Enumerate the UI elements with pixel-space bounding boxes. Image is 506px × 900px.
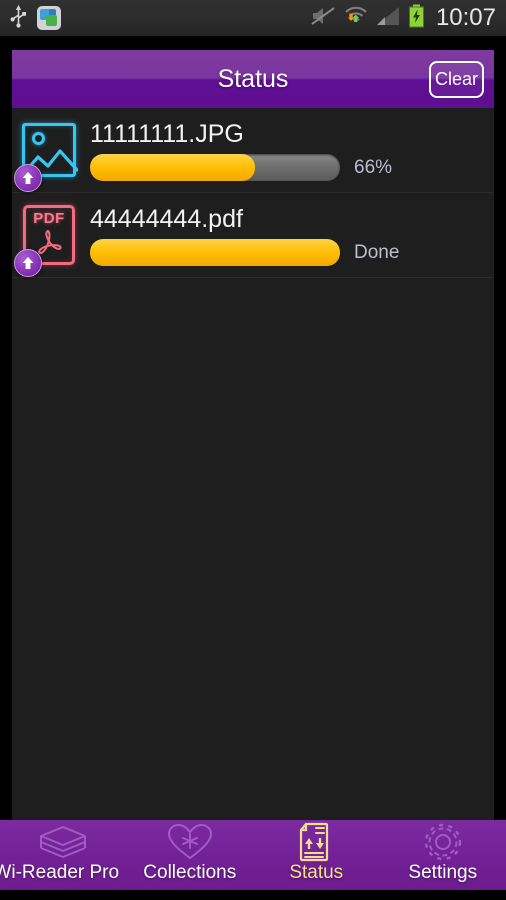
transfer-document-icon [296, 822, 336, 862]
tab-collections[interactable]: Collections [127, 820, 254, 890]
tab-label: Settings [408, 862, 478, 883]
tab-label: Status [289, 862, 344, 883]
page-title: Status [217, 64, 289, 93]
tab-label: Collections [143, 862, 237, 883]
progress-bar-fill [90, 154, 255, 181]
status-bar-left-icons [10, 4, 61, 33]
progress-bar [90, 154, 340, 181]
clear-button[interactable]: Clear [429, 61, 484, 98]
books-stack-icon [37, 822, 89, 862]
cell-signal-icon [376, 5, 401, 32]
list-item[interactable]: PDF 44444444.pdf Done [12, 193, 494, 278]
volume-mute-icon [310, 5, 336, 32]
system-status-bar: 10:07 [0, 0, 506, 36]
tab-status[interactable]: Status [253, 820, 380, 890]
progress-bar [90, 239, 340, 266]
tab-wi-reader-pro[interactable]: Wi-Reader Pro [0, 820, 127, 890]
bottom-tab-bar: Wi-Reader Pro Collections Status Setting… [0, 820, 506, 890]
app-header: Status Clear [12, 50, 494, 108]
status-bar-divider [0, 36, 506, 38]
clear-button-label: Clear [434, 69, 478, 89]
file-icon-wrapper: PDF [14, 197, 80, 277]
pdf-label: PDF [33, 210, 65, 227]
upload-arrow-icon [14, 249, 42, 277]
progress-bar-fill [90, 239, 340, 266]
transfer-info: 44444444.pdf Done [80, 197, 494, 273]
phone-screen: 10:07 Status Clear 11111111.JPG 66% PDF … [0, 0, 506, 900]
transfer-list[interactable]: 11111111.JPG 66% PDF 44444444.pdf Done [12, 108, 494, 820]
gear-icon [422, 822, 464, 862]
app-notification-icon [37, 6, 61, 30]
heart-star-icon [167, 822, 213, 862]
usb-icon [10, 4, 27, 33]
tab-label: Wi-Reader Pro [0, 862, 120, 883]
file-name: 11111111.JPG [90, 120, 244, 148]
list-item[interactable]: 11111111.JPG 66% [12, 108, 494, 193]
file-name: 44444444.pdf [90, 205, 243, 233]
progress-row: Done [90, 239, 494, 266]
transfer-status: 66% [354, 156, 393, 178]
tab-settings[interactable]: Settings [380, 820, 506, 890]
transfer-info: 11111111.JPG 66% [80, 112, 494, 188]
wifi-transfer-icon [343, 5, 369, 32]
progress-row: 66% [90, 154, 494, 181]
battery-charging-icon [408, 4, 425, 33]
transfer-status: Done [354, 241, 400, 263]
status-bar-clock: 10:07 [435, 4, 496, 31]
status-bar-right-icons: 10:07 [310, 4, 496, 33]
upload-arrow-icon [14, 164, 42, 192]
file-icon-wrapper [14, 112, 80, 192]
